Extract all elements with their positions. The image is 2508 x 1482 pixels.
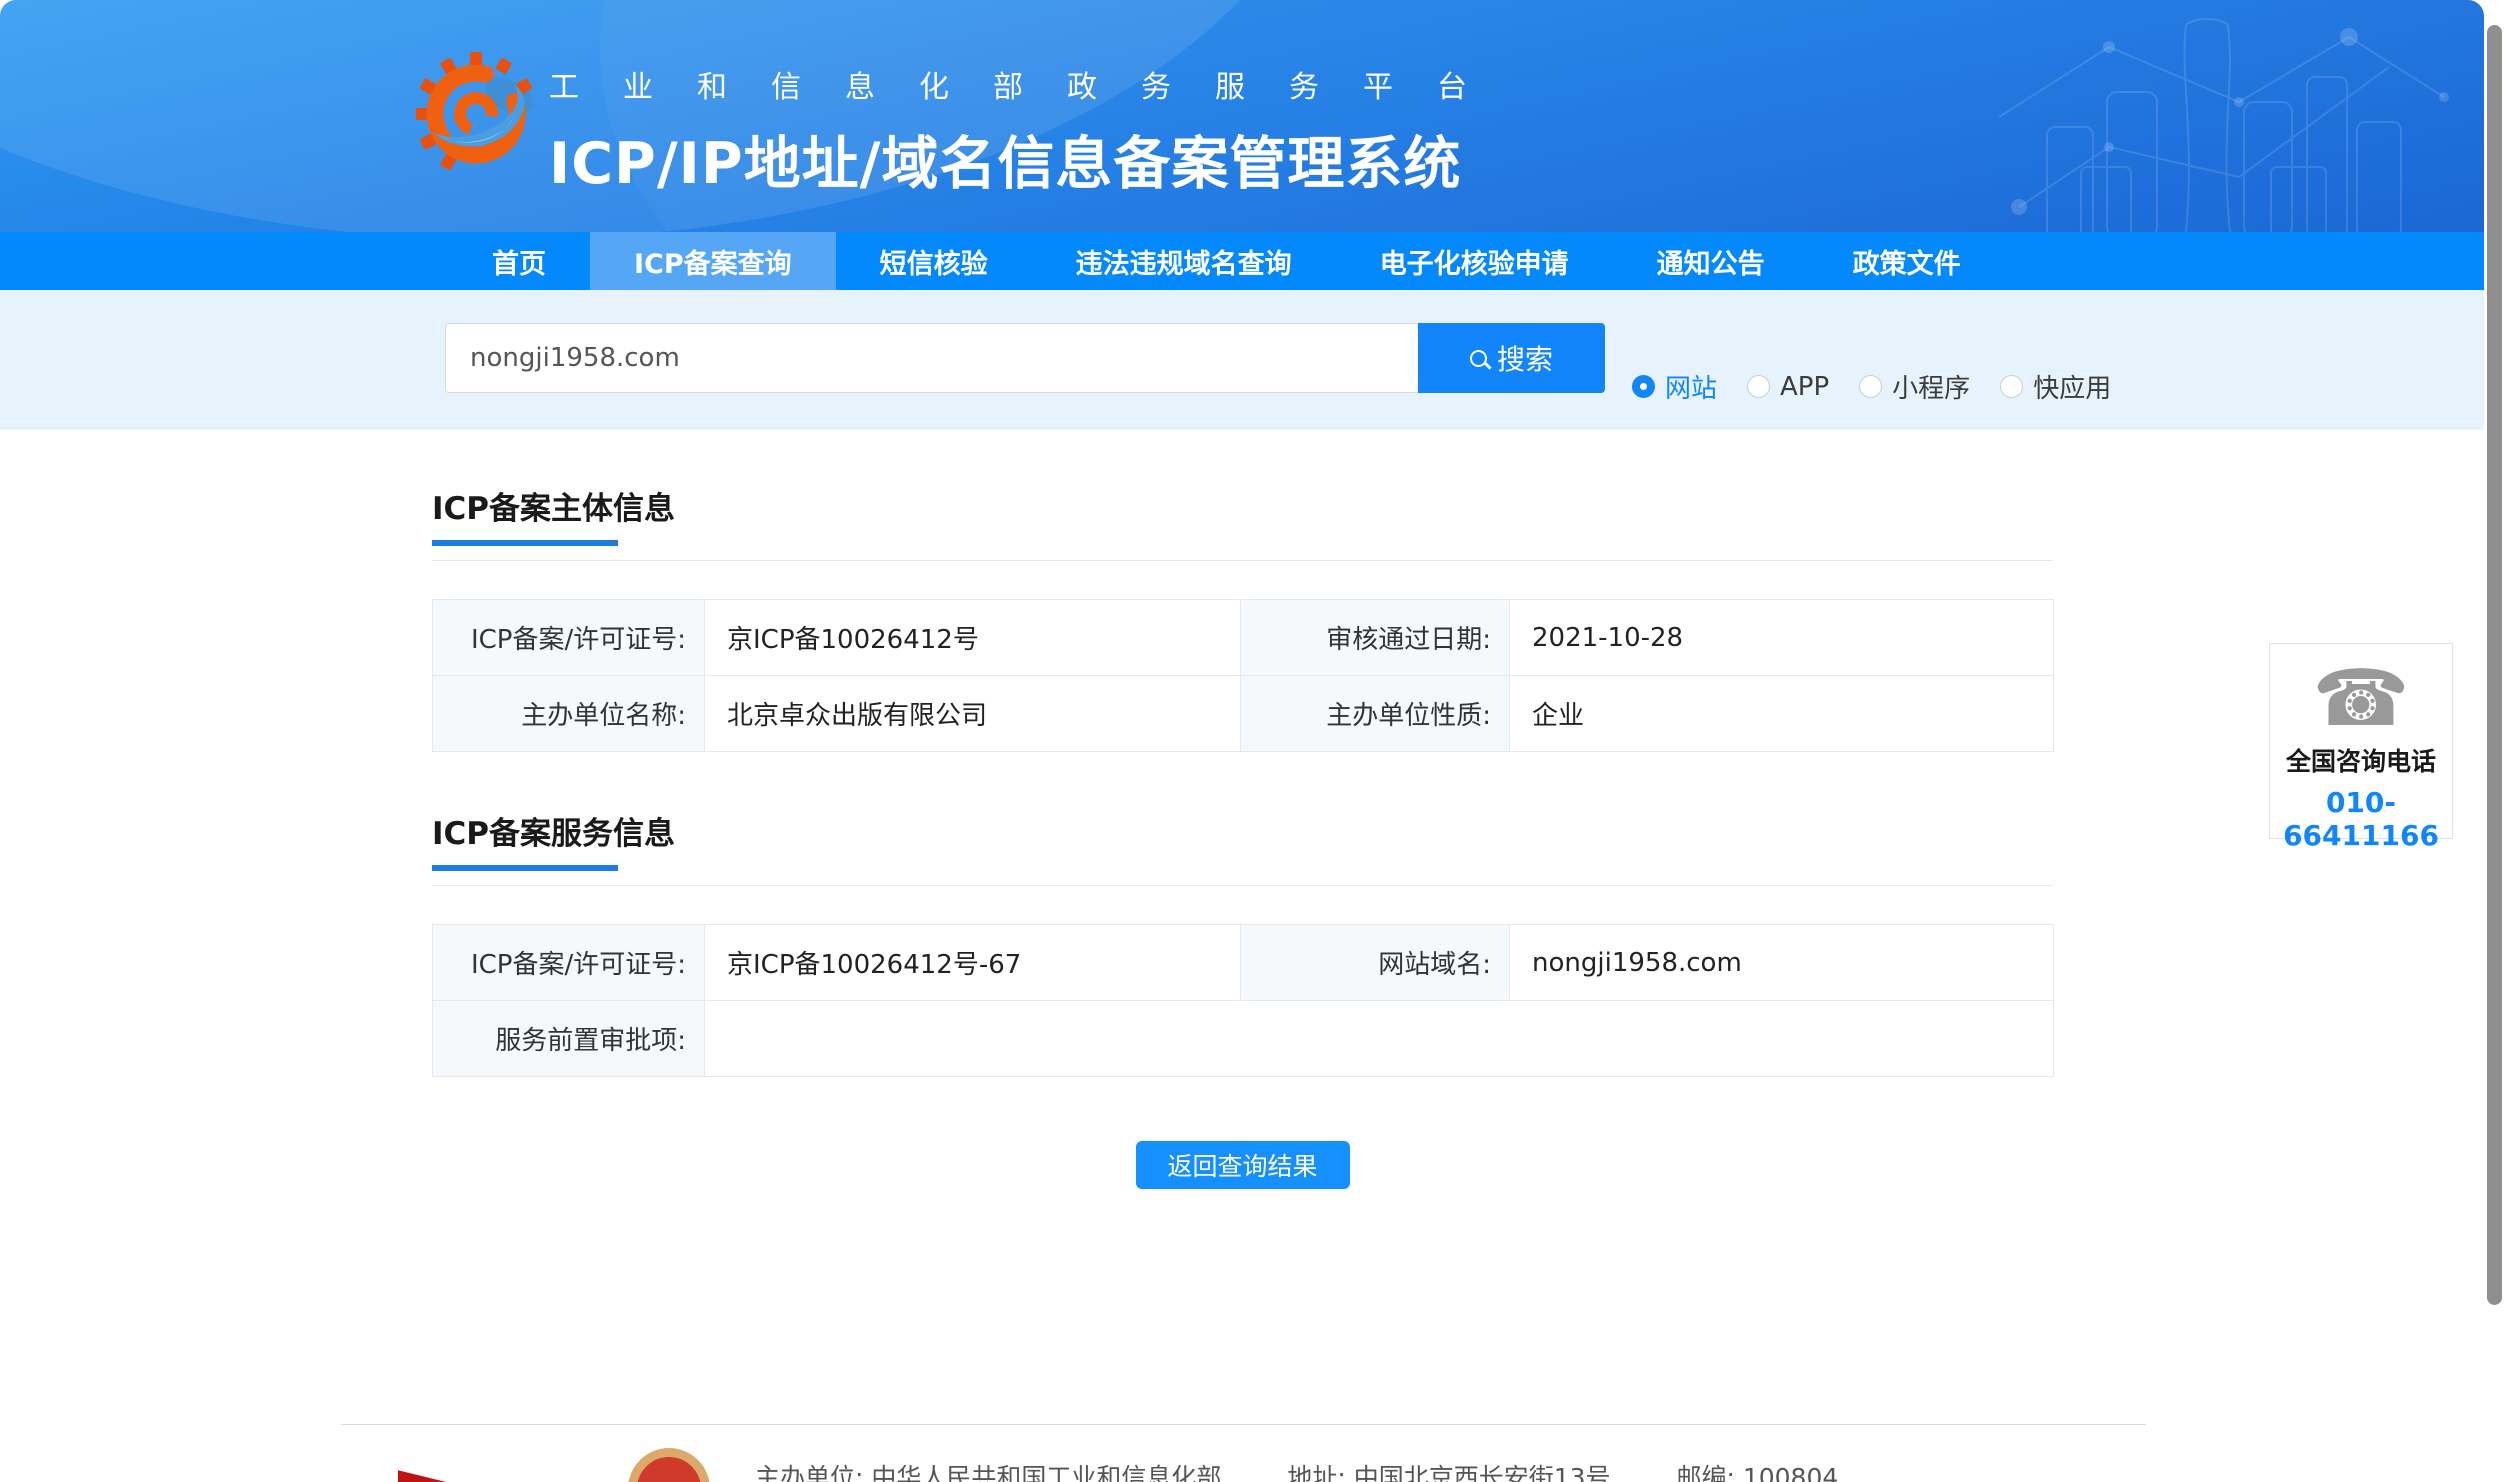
organizer-name-value: 北京卓众出版有限公司 (704, 675, 1241, 752)
footer-host: 主办单位: 中华人民共和国工业和信息化部 (755, 1463, 1222, 1482)
organizer-nature-label: 主办单位性质: (1240, 675, 1510, 752)
footer-zip: 邮编: 100804 (1676, 1463, 1839, 1482)
main-content: ICP备案主体信息 ICP备案/许可证号: 京ICP备10026412号 审核通… (0, 483, 2484, 1189)
page-container: 工业和信息化部政务服务平台 ICP/IP地址/域名信息备案管理系统 首页 ICP… (0, 0, 2484, 1482)
service-license-label: ICP备案/许可证号: (432, 924, 705, 1001)
national-emblem-icon (628, 1448, 710, 1482)
nav-item-home[interactable]: 首页 (448, 232, 590, 290)
consult-phone-card: ☎ 全国咨询电话 010-66411166 (2269, 643, 2453, 852)
radio-unselected-icon (2000, 375, 2024, 398)
search-icon (1469, 349, 1487, 367)
radio-mini-program[interactable]: 小程序 (1859, 368, 1970, 405)
subject-info-table: ICP备案/许可证号: 京ICP备10026412号 审核通过日期: 2021-… (432, 599, 2054, 752)
approval-date-label: 审核通过日期: (1240, 599, 1510, 676)
nav-item-illegal-domain-query[interactable]: 违法违规域名查询 (1032, 232, 1336, 290)
nav-item-notices[interactable]: 通知公告 (1613, 232, 1809, 290)
flag-icon (398, 1470, 468, 1482)
radio-website[interactable]: 网站 (1632, 368, 1717, 405)
footer: 主办单位: 中华人民共和国工业和信息化部 地址: 中国北京西长安街13号 邮编:… (0, 1424, 2484, 1482)
approval-date-value: 2021-10-28 (1509, 599, 2054, 676)
search-button-label: 搜索 (1496, 343, 1553, 376)
nav-item-e-verification[interactable]: 电子化核验申请 (1336, 232, 1613, 290)
phone-card-label: 全国咨询电话 (2285, 747, 2436, 776)
search-section: 搜索 网站 APP 小程序 快应用 (0, 290, 2484, 430)
radio-unselected-icon (1747, 375, 1771, 398)
telephone-icon: ☎ (2312, 654, 2410, 744)
miit-gear-logo (416, 52, 534, 170)
phone-number[interactable]: 010-66411166 (2270, 786, 2452, 852)
scrollbar-thumb[interactable] (2487, 25, 2502, 1305)
radio-selected-icon (1632, 375, 1655, 398)
service-license-value: 京ICP备10026412号-67 (704, 924, 1241, 1001)
footer-divider (341, 1424, 2146, 1425)
back-to-results-button[interactable]: 返回查询结果 (1135, 1141, 1350, 1189)
table-row: ICP备案/许可证号: 京ICP备10026412号-67 网站域名: nong… (432, 924, 2054, 1001)
radio-unselected-icon (1859, 375, 1883, 398)
search-button[interactable]: 搜索 (1418, 323, 1605, 393)
nav-item-sms-verify[interactable]: 短信核验 (836, 232, 1032, 290)
subject-title-underline (432, 540, 618, 546)
search-type-radio-group: 网站 APP 小程序 快应用 (1632, 368, 2111, 405)
radio-app[interactable]: APP (1747, 372, 1829, 402)
domain-value: nongji1958.com (1509, 924, 2054, 1001)
organizer-nature-value: 企业 (1509, 675, 2054, 752)
footer-address: 地址: 中国北京西长安街13号 (1287, 1463, 1611, 1482)
main-nav: 首页 ICP备案查询 短信核验 违法违规域名查询 电子化核验申请 通知公告 政策… (0, 232, 2484, 290)
pre-approval-value (704, 1000, 2054, 1077)
search-input[interactable] (445, 323, 1418, 393)
header-titles: 工业和信息化部政务服务平台 ICP/IP地址/域名信息备案管理系统 (549, 62, 1511, 200)
service-section-rule (432, 885, 2053, 886)
organizer-name-label: 主办单位名称: (432, 675, 705, 752)
service-info-table: ICP备案/许可证号: 京ICP备10026412号-67 网站域名: nong… (432, 924, 2054, 1077)
table-row: ICP备案/许可证号: 京ICP备10026412号 审核通过日期: 2021-… (432, 599, 2054, 676)
service-title-underline (432, 865, 618, 871)
license-number-value: 京ICP备10026412号 (704, 599, 1241, 676)
table-row: 服务前置审批项: (432, 1000, 2054, 1077)
footer-info: 主办单位: 中华人民共和国工业和信息化部 地址: 中国北京西长安街13号 邮编:… (755, 1458, 1896, 1482)
subject-section-title: ICP备案主体信息 (432, 491, 676, 527)
table-row: 主办单位名称: 北京卓众出版有限公司 主办单位性质: 企业 (432, 675, 2054, 752)
city-skyline-graphic (1998, 18, 2449, 232)
pre-approval-label: 服务前置审批项: (432, 1000, 705, 1077)
domain-label: 网站域名: (1240, 924, 1510, 1001)
license-number-label: ICP备案/许可证号: (432, 599, 705, 676)
platform-subtitle: 工业和信息化部政务服务平台 (549, 70, 1511, 105)
radio-quick-app[interactable]: 快应用 (2000, 368, 2111, 405)
page-title: ICP/IP地址/域名信息备案管理系统 (549, 131, 1462, 197)
header-banner: 工业和信息化部政务服务平台 ICP/IP地址/域名信息备案管理系统 (0, 0, 2484, 232)
nav-item-icp-query[interactable]: ICP备案查询 (590, 232, 836, 290)
service-section-title: ICP备案服务信息 (432, 816, 676, 852)
subject-section-rule (432, 560, 2053, 561)
nav-item-policy-files[interactable]: 政策文件 (1809, 232, 2005, 290)
